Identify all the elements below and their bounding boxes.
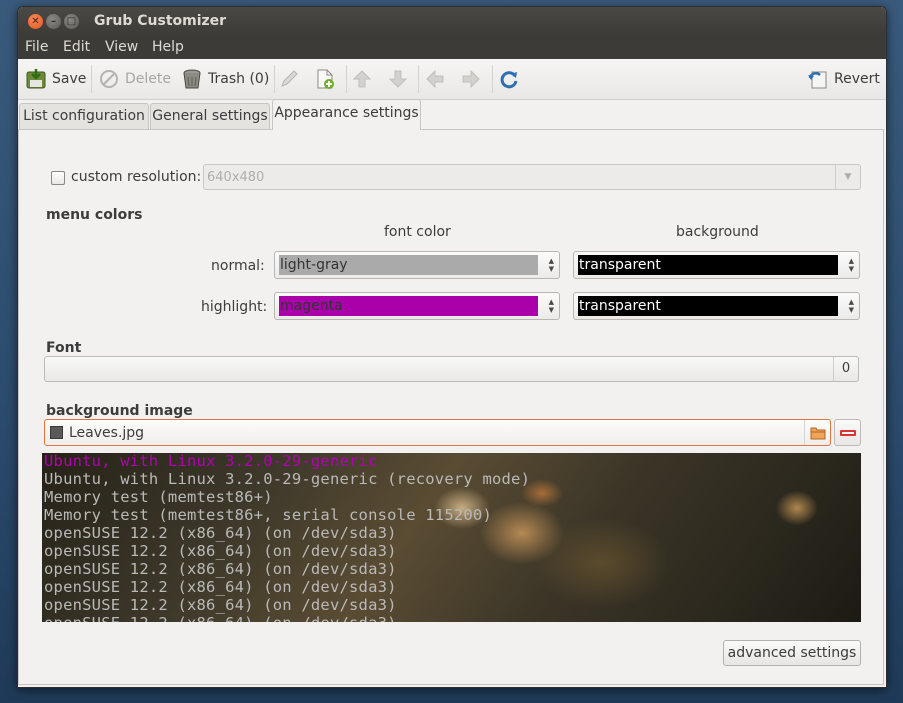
- delete-button[interactable]: Delete: [98, 67, 171, 91]
- arrow-down-icon: [387, 68, 409, 90]
- tab-general-settings[interactable]: General settings: [150, 103, 270, 129]
- advanced-settings-button[interactable]: advanced settings: [723, 640, 861, 666]
- delete-label: Delete: [125, 71, 171, 87]
- spinner-icon: ▲ ▼: [548, 298, 554, 314]
- trash-icon: [181, 68, 203, 90]
- spinner-icon: ▲ ▼: [848, 257, 854, 273]
- preview-line: openSUSE 12.2 (x86_64) (on /dev/sda3): [44, 560, 397, 578]
- revert-icon: [807, 68, 829, 90]
- move-right-button[interactable]: [460, 67, 482, 91]
- spinner-icon: ▲ ▼: [848, 298, 854, 314]
- tab-list-configuration[interactable]: List configuration: [19, 103, 149, 129]
- tab-appearance-settings[interactable]: Appearance settings: [272, 99, 421, 130]
- revert-label: Revert: [834, 71, 880, 87]
- grub-customizer-window: ✕ – □ Grub Customizer File Edit View Hel…: [17, 6, 887, 688]
- menu-view[interactable]: View: [105, 39, 138, 55]
- preview-line: Memory test (memtest86+): [44, 488, 273, 506]
- toolbar-separator: [418, 65, 419, 93]
- resolution-combobox[interactable]: 640x480 ▼: [203, 164, 861, 190]
- normal-label: normal:: [211, 258, 265, 274]
- preview-line: openSUSE 12.2 (x86_64) (on /dev/sda3): [44, 614, 397, 622]
- toolbar-separator: [91, 65, 92, 93]
- revert-button[interactable]: Revert: [807, 67, 880, 91]
- preview-line: Ubuntu, with Linux 3.2.0-29-generic (rec…: [44, 470, 531, 488]
- trash-label: Trash (0): [208, 71, 270, 87]
- menu-edit[interactable]: Edit: [63, 39, 90, 55]
- remove-icon: [839, 429, 856, 436]
- title-bar: ✕ – □ Grub Customizer: [18, 7, 886, 35]
- menu-bar: File Edit View Help: [18, 35, 886, 59]
- background-image-heading: background image: [46, 403, 193, 419]
- normal-font-color-value: light-gray: [279, 255, 538, 275]
- background-image-filename: Leaves.jpg: [69, 425, 145, 441]
- maximize-icon[interactable]: □: [64, 14, 79, 29]
- toolbar-separator: [346, 65, 347, 93]
- toolbar: Save Delete Trash (0) Revert: [18, 59, 886, 100]
- close-icon[interactable]: ✕: [28, 14, 43, 29]
- new-entry-icon: [314, 68, 336, 90]
- normal-background-select[interactable]: transparent ▲ ▼: [573, 251, 860, 279]
- highlight-font-color-value: magenta: [279, 296, 538, 316]
- preview-line: Memory test (memtest86+, serial console …: [44, 506, 492, 524]
- image-file-icon: [50, 426, 63, 439]
- toolbar-separator: [492, 65, 493, 93]
- custom-resolution-label: custom resolution:: [71, 169, 202, 185]
- highlight-background-select[interactable]: transparent ▲ ▼: [573, 292, 860, 320]
- save-button[interactable]: Save: [25, 67, 86, 91]
- font-size-value: 0: [833, 357, 858, 381]
- save-label: Save: [52, 71, 87, 87]
- move-down-button[interactable]: [387, 67, 409, 91]
- normal-font-color-select[interactable]: light-gray ▲ ▼: [274, 251, 560, 279]
- new-entry-button[interactable]: [314, 67, 336, 91]
- rename-button[interactable]: [278, 67, 300, 91]
- preview-line: openSUSE 12.2 (x86_64) (on /dev/sda3): [44, 596, 397, 614]
- arrow-right-icon: [460, 68, 482, 90]
- window-title: Grub Customizer: [94, 13, 227, 29]
- menu-colors-heading: menu colors: [46, 207, 143, 223]
- chevron-down-icon: ▼: [835, 165, 860, 189]
- font-color-header: font color: [384, 224, 451, 240]
- preview-line: Ubuntu, with Linux 3.2.0-29-generic: [44, 453, 378, 470]
- custom-resolution-checkbox[interactable]: [51, 171, 65, 185]
- tab-bar: List configuration General settings Appe…: [18, 99, 886, 130]
- trash-button[interactable]: Trash (0): [181, 67, 269, 91]
- highlight-font-color-select[interactable]: magenta ▲ ▼: [274, 292, 560, 320]
- font-heading: Font: [46, 340, 82, 356]
- menu-file[interactable]: File: [25, 39, 48, 55]
- appearance-settings-panel: custom resolution: 640x480 ▼ menu colors…: [18, 129, 884, 685]
- delete-icon: [98, 68, 120, 90]
- preview-line: openSUSE 12.2 (x86_64) (on /dev/sda3): [44, 578, 397, 596]
- resolution-value: 640x480: [207, 170, 265, 185]
- menu-help[interactable]: Help: [152, 39, 184, 55]
- move-left-button[interactable]: [424, 67, 446, 91]
- spinner-icon: ▲ ▼: [548, 257, 554, 273]
- remove-background-button[interactable]: [834, 419, 861, 446]
- refresh-button[interactable]: [498, 67, 520, 91]
- arrow-left-icon: [424, 68, 446, 90]
- background-image-chooser[interactable]: Leaves.jpg: [44, 419, 831, 446]
- preview-line: openSUSE 12.2 (x86_64) (on /dev/sda3): [44, 542, 397, 560]
- minimize-icon[interactable]: –: [46, 14, 61, 29]
- highlight-background-value: transparent: [578, 296, 838, 316]
- normal-background-value: transparent: [578, 255, 838, 275]
- refresh-icon: [498, 68, 520, 90]
- highlight-label: highlight:: [201, 299, 268, 315]
- folder-open-icon[interactable]: [804, 420, 830, 445]
- toolbar-separator: [274, 65, 275, 93]
- move-up-button[interactable]: [351, 67, 373, 91]
- arrow-up-icon: [351, 68, 373, 90]
- grub-menu-preview: Ubuntu, with Linux 3.2.0-29-generic Ubun…: [42, 453, 861, 622]
- font-chooser-button[interactable]: 0: [44, 356, 859, 382]
- preview-line: openSUSE 12.2 (x86_64) (on /dev/sda3): [44, 524, 397, 542]
- background-header: background: [676, 224, 759, 240]
- pencil-icon: [278, 68, 300, 90]
- save-icon: [25, 68, 47, 90]
